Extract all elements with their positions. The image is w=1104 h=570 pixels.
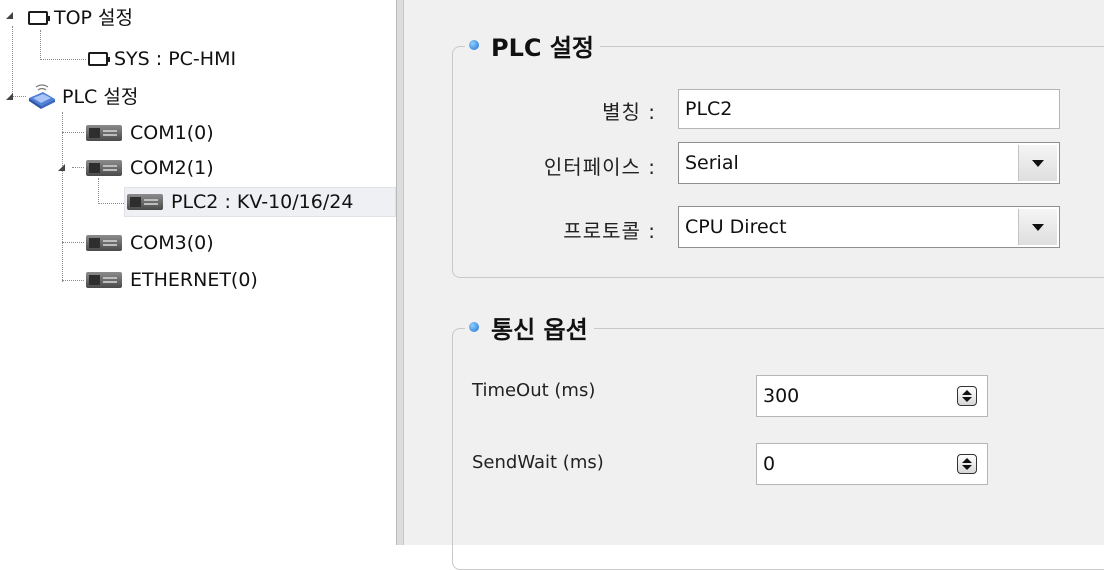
tree-node-label: SYS : PC-HMI [114,48,237,70]
protocol-select[interactable]: CPU Direct [678,206,1060,248]
sendwait-label: SendWait (ms) [472,452,604,473]
tree-node-label: COM3(0) [130,232,214,254]
settings-panel: PLC 설정 별칭 : PLC2 인터페이스 : Serial 프로토콜 : C… [404,0,1104,570]
splitter-bar[interactable] [396,0,404,545]
comm-options-legend: 통신 옵션 [465,307,594,347]
tree-node-label: ETHERNET(0) [130,269,258,291]
com-port-icon [86,160,122,176]
sendwait-spinbox[interactable]: 0 [756,443,988,485]
bullet-icon [469,322,479,332]
tree-connector [62,280,84,281]
sendwait-value: 0 [763,453,776,475]
tree-node-top-settings[interactable]: TOP 설정 [28,3,133,33]
tree-connector [98,203,124,204]
bullet-icon [469,40,479,50]
project-tree: TOP 설정 SYS : PC-HMI PLC 설정 COM1(0) COM2(… [0,0,396,545]
tree-node-sys[interactable]: SYS : PC-HMI [88,44,236,74]
interface-select[interactable]: Serial [678,142,1060,184]
tree-connector [62,242,84,243]
group-title: PLC 설정 [491,33,595,62]
collapse-icon[interactable] [58,164,65,171]
protocol-label: 프로토콜 : [563,219,656,243]
alias-input[interactable]: PLC2 [678,89,1060,129]
monitor-icon [88,52,110,66]
tree-connector [40,30,41,60]
collapse-icon[interactable] [6,93,13,100]
interface-label: 인터페이스 : [543,155,656,179]
chevron-down-icon [1032,223,1044,231]
tree-connector [62,132,84,133]
com-port-icon [86,125,122,141]
com-port-icon [86,272,122,288]
tree-connector [62,112,63,282]
tree-node-label: PLC2 : KV-10/16/24 [171,191,354,213]
tree-node-com2[interactable]: COM2(1) [86,153,214,183]
timeout-spinbox[interactable]: 300 [756,375,988,417]
alias-label: 별칭 : [602,100,656,124]
collapse-icon[interactable] [6,12,13,19]
plc-settings-legend: PLC 설정 [465,25,601,65]
tree-connector [12,96,26,97]
tree-node-label: COM2(1) [130,157,214,179]
com-port-icon [86,235,122,251]
tree-node-ethernet[interactable]: ETHERNET(0) [86,265,258,295]
group-title: 통신 옵션 [491,315,588,344]
tree-node-com1[interactable]: COM1(0) [86,118,214,148]
tree-node-label: TOP 설정 [54,7,134,29]
timeout-value: 300 [763,385,800,407]
dropdown-button[interactable] [1018,209,1057,245]
spin-updown-icon[interactable] [957,454,977,474]
dropdown-button[interactable] [1018,145,1057,181]
tree-connector [40,59,86,60]
com-port-icon [127,194,163,210]
tree-node-label: COM1(0) [130,122,214,144]
chevron-down-icon [1032,159,1044,167]
timeout-label: TimeOut (ms) [472,380,596,401]
interface-selected-value: Serial [685,152,739,174]
tree-node-label: PLC 설정 [62,86,139,108]
tree-node-com3[interactable]: COM3(0) [86,228,214,258]
protocol-selected-value: CPU Direct [685,216,787,238]
monitor-icon [28,11,50,25]
tree-node-plc-settings[interactable]: PLC 설정 [28,82,138,112]
tree-connector [12,26,13,100]
spin-updown-icon[interactable] [957,386,977,406]
plc-network-icon [29,84,55,109]
tree-connector [72,167,84,168]
tree-node-plc2[interactable]: PLC2 : KV-10/16/24 [124,187,396,217]
